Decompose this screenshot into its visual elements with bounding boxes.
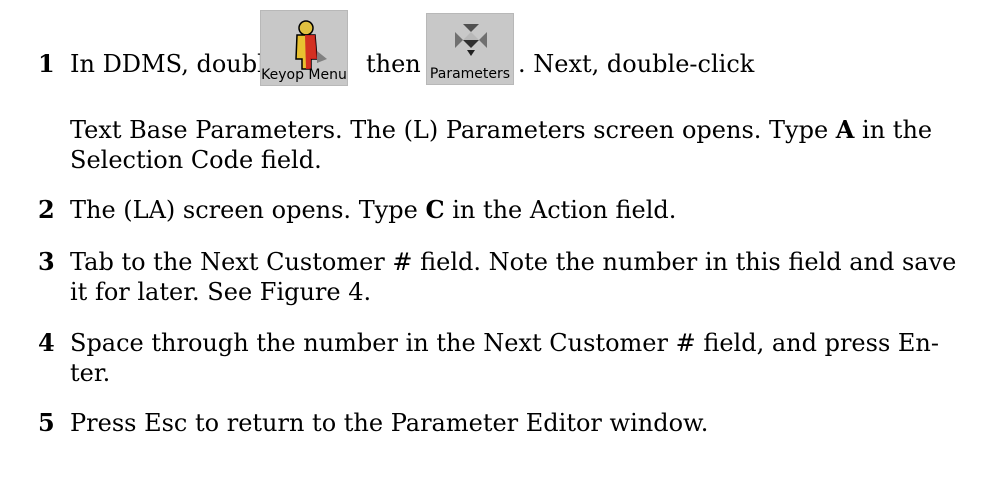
keyop-menu-caption: Keyop Menu [261, 67, 347, 83]
step-1-text-then: then [366, 50, 421, 78]
step-4-line-2: ter. [70, 359, 111, 387]
parameters-icon [455, 24, 487, 56]
step-number: 4 [38, 328, 55, 357]
step-number: 1 [38, 49, 55, 78]
step-1-continuation: Text Base Parameters. The (L) Parameters… [70, 115, 933, 144]
step-number: 3 [38, 247, 55, 276]
step-number: 5 [38, 408, 55, 437]
step-5-text: Press Esc to return to the Parameter Edi… [70, 409, 709, 437]
step-1-text-after: . Next, double-click [518, 50, 755, 78]
step-number: 2 [38, 195, 55, 224]
parameters-caption: Parameters [429, 66, 511, 82]
step-1-continuation-2: Selection Code field. [70, 146, 322, 174]
instruction-document: 1 In DDMS, double-click Keyop Menu then … [0, 0, 998, 478]
keyop-menu-button[interactable]: Keyop Menu [260, 10, 348, 86]
step-3-line-1: Tab to the Next Customer # field. Note t… [70, 248, 957, 276]
keyop-menu-icon [295, 20, 327, 70]
step-4-line-1: Space through the number in the Next Cus… [70, 329, 939, 357]
parameters-button[interactable]: Parameters [426, 13, 514, 85]
step-3-line-2: it for later. See Figure 4. [70, 278, 372, 306]
step-2-text: The (LA) screen opens. Type C in the Act… [70, 195, 677, 224]
